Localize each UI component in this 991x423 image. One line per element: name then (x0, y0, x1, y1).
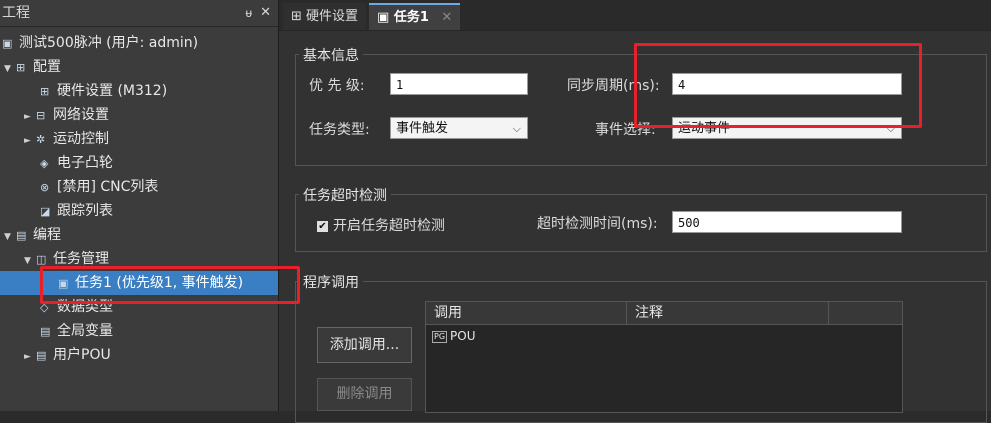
task-type-select[interactable]: 事件触发 ⌵ (390, 117, 528, 139)
user-pou-icon: ▤ (36, 349, 47, 362)
column-header-call[interactable]: 调用 (426, 302, 627, 324)
close-icon[interactable]: ✕ (441, 10, 452, 25)
tree-item-label: 任务管理 (53, 251, 109, 267)
program-call-title: 程序调用 (299, 272, 363, 292)
programming-icon: ▤ (16, 229, 27, 242)
timeout-time-label: 超时检测时间(ms): (537, 216, 658, 232)
timeout-time-input[interactable]: 500 (672, 211, 902, 233)
tree-item-network-settings[interactable]: ► ⊟ 网络设置 (24, 103, 109, 127)
tree-item-hardware-settings[interactable]: ⊞ 硬件设置 (M312) (40, 79, 167, 103)
project-panel-title: 工程 (2, 5, 30, 21)
tree-item-label: 网络设置 (53, 107, 109, 123)
tree-item-label: 全局变量 (57, 323, 113, 339)
tree-item-label: 运动控制 (53, 131, 109, 147)
tree-item-label: 配置 (33, 59, 61, 75)
global-var-icon: ▤ (40, 325, 51, 338)
tab-bar: ⊞ 硬件设置 ▣ 任务1 ✕ (279, 0, 991, 31)
tree-item-label: 硬件设置 (M312) (57, 83, 168, 99)
trace-icon: ◪ (40, 205, 51, 218)
tree-item-label: 跟踪列表 (57, 203, 113, 219)
row-call-name: POU (450, 329, 476, 343)
tree-item-label: 电子凸轮 (57, 155, 113, 171)
tree-item-label: 用户POU (53, 347, 111, 363)
network-icon: ⊟ (36, 109, 46, 122)
timeout-checkbox[interactable]: ✔ 开启任务超时检测 (317, 215, 445, 235)
close-icon[interactable]: ✕ (260, 0, 271, 26)
tree-item-electronic-cam[interactable]: ◈ 电子凸轮 (40, 151, 113, 175)
expand-arrow-icon[interactable]: ▼ (24, 249, 36, 273)
expand-arrow-icon[interactable]: ► (24, 105, 36, 129)
column-header-comment[interactable]: 注释 (627, 302, 829, 324)
timeout-title: 任务超时检测 (299, 185, 391, 205)
tree-item-user-pou[interactable]: ► ▤ 用户POU (24, 343, 111, 367)
delete-call-button[interactable]: 删除调用 (317, 378, 412, 411)
annotation-box-sync-period (634, 43, 922, 128)
expand-arrow-icon[interactable]: ▼ (4, 225, 16, 249)
tree-item-motion-control[interactable]: ► ✲ 运动控制 (24, 127, 109, 151)
table-header: 调用 注释 (426, 302, 902, 325)
expand-arrow-icon[interactable]: ▼ (4, 57, 16, 81)
chevron-down-icon: ⌵ (512, 122, 521, 135)
basic-info-title: 基本信息 (299, 45, 363, 65)
tab-label: 硬件设置 (306, 9, 359, 24)
project-panel-header: 工程 ᵾ ✕ (0, 0, 278, 27)
tree-item-config[interactable]: ▼ ⊞ 配置 (4, 55, 61, 79)
cnc-icon: ⊗ (40, 181, 50, 194)
hardware-icon: ⊞ (40, 85, 50, 98)
tree-item-project-root[interactable]: ▣ 测试500脉冲 (用户: admin) (2, 31, 198, 55)
pin-icon[interactable]: ᵾ (245, 0, 252, 26)
project-icon: ▣ (2, 37, 13, 50)
tree-item-cnc-list[interactable]: ⊗ [禁用] CNC列表 (40, 175, 158, 199)
tab-hardware-settings[interactable]: ⊞ 硬件设置 (283, 3, 367, 30)
priority-label: 优 先 级: (309, 78, 365, 94)
tree-item-trace-list[interactable]: ◪ 跟踪列表 (40, 199, 113, 223)
checkbox-checked-icon[interactable]: ✔ (317, 220, 328, 232)
tree-item-label: 编程 (33, 227, 61, 243)
timeout-checkbox-label: 开启任务超时检测 (333, 218, 445, 234)
table-row[interactable]: PG POU (426, 326, 476, 346)
task-type-value: 事件触发 (396, 121, 449, 136)
annotation-box-task1 (40, 266, 300, 304)
task-type-label: 任务类型: (309, 122, 370, 138)
project-panel: 工程 ᵾ ✕ ▣ 测试500脉冲 (用户: admin) ▼ ⊞ 配置 ⊞ 硬件设置 (… (0, 0, 279, 411)
cam-icon: ◈ (40, 157, 49, 170)
tree-item-label: 测试500脉冲 (用户: admin) (19, 35, 199, 51)
task-icon: ▣ (377, 10, 390, 25)
program-icon: PG (432, 330, 448, 343)
program-call-table: 调用 注释 PG POU (425, 301, 903, 413)
expand-arrow-icon[interactable]: ► (24, 129, 36, 153)
tree-item-global-vars[interactable]: ▤ 全局变量 (40, 319, 113, 343)
motion-icon: ✲ (36, 133, 46, 146)
tree-item-programming[interactable]: ▼ ▤ 编程 (4, 223, 61, 247)
add-call-button[interactable]: 添加调用... (317, 327, 412, 363)
tab-label: 任务1 (393, 10, 429, 25)
tab-task1[interactable]: ▣ 任务1 ✕ (369, 3, 461, 30)
hardware-icon: ⊞ (291, 9, 302, 24)
priority-input[interactable]: 1 (390, 73, 528, 95)
config-icon: ⊞ (16, 61, 26, 74)
tree-item-label: [禁用] CNC列表 (57, 179, 159, 195)
expand-arrow-icon[interactable]: ► (24, 345, 36, 369)
